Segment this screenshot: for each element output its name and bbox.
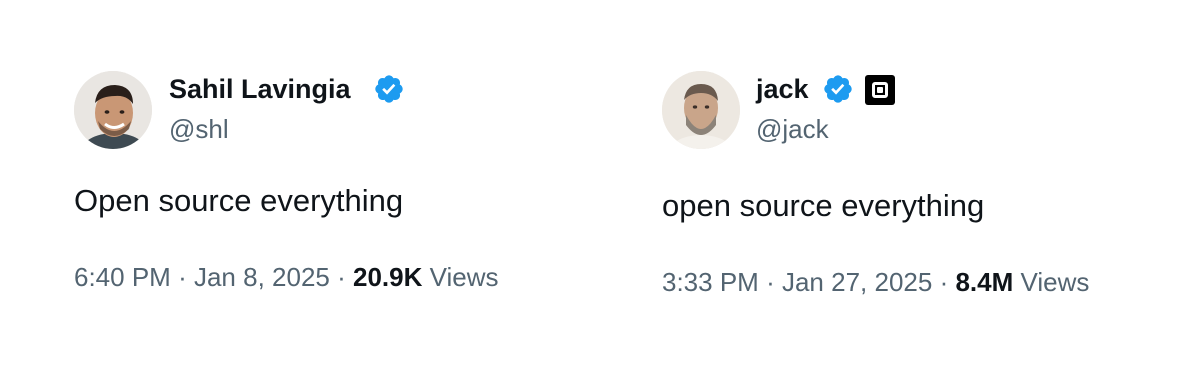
avatar[interactable]	[74, 71, 152, 149]
avatar-photo-icon	[662, 71, 740, 149]
avatar[interactable]	[662, 71, 740, 149]
handle[interactable]: @shl	[169, 114, 229, 144]
tweet-date[interactable]: Jan 8, 2025	[194, 262, 330, 292]
tweet-card-shl: Sahil Lavingia @shl Open source everythi…	[0, 0, 600, 367]
views-label[interactable]: Views	[430, 262, 499, 292]
tweet-time[interactable]: 6:40 PM	[74, 262, 171, 292]
separator: ·	[178, 262, 187, 292]
view-count[interactable]: 20.9K	[353, 262, 422, 292]
separator: ·	[939, 267, 949, 297]
avatar-photo-icon	[74, 71, 152, 149]
verified-badge-icon[interactable]	[373, 73, 405, 105]
tweet-time[interactable]: 3:33 PM	[662, 267, 759, 297]
square-logo-icon[interactable]	[865, 75, 895, 105]
tweet-text: Open source everything	[74, 183, 404, 218]
separator: ·	[337, 262, 346, 292]
verified-badge-icon[interactable]	[822, 73, 854, 105]
tweet-meta: 6:40 PM · Jan 8, 2025 · 20.9K Views	[74, 262, 499, 292]
tweet-date[interactable]: Jan 27, 2025	[782, 267, 932, 297]
display-name[interactable]: jack	[756, 73, 809, 105]
view-count[interactable]: 8.4M	[955, 267, 1013, 297]
separator: ·	[766, 267, 775, 297]
tweet-text: open source everything	[662, 188, 985, 223]
tweet-meta: 3:33 PM · Jan 27, 2025 · 8.4M Views	[662, 267, 1089, 297]
handle[interactable]: @jack	[756, 114, 829, 144]
tweet-card-jack: jack @jack open source everything 3:33 P…	[600, 0, 1200, 367]
display-name[interactable]: Sahil Lavingia	[169, 73, 351, 105]
views-label[interactable]: Views	[1021, 267, 1090, 297]
